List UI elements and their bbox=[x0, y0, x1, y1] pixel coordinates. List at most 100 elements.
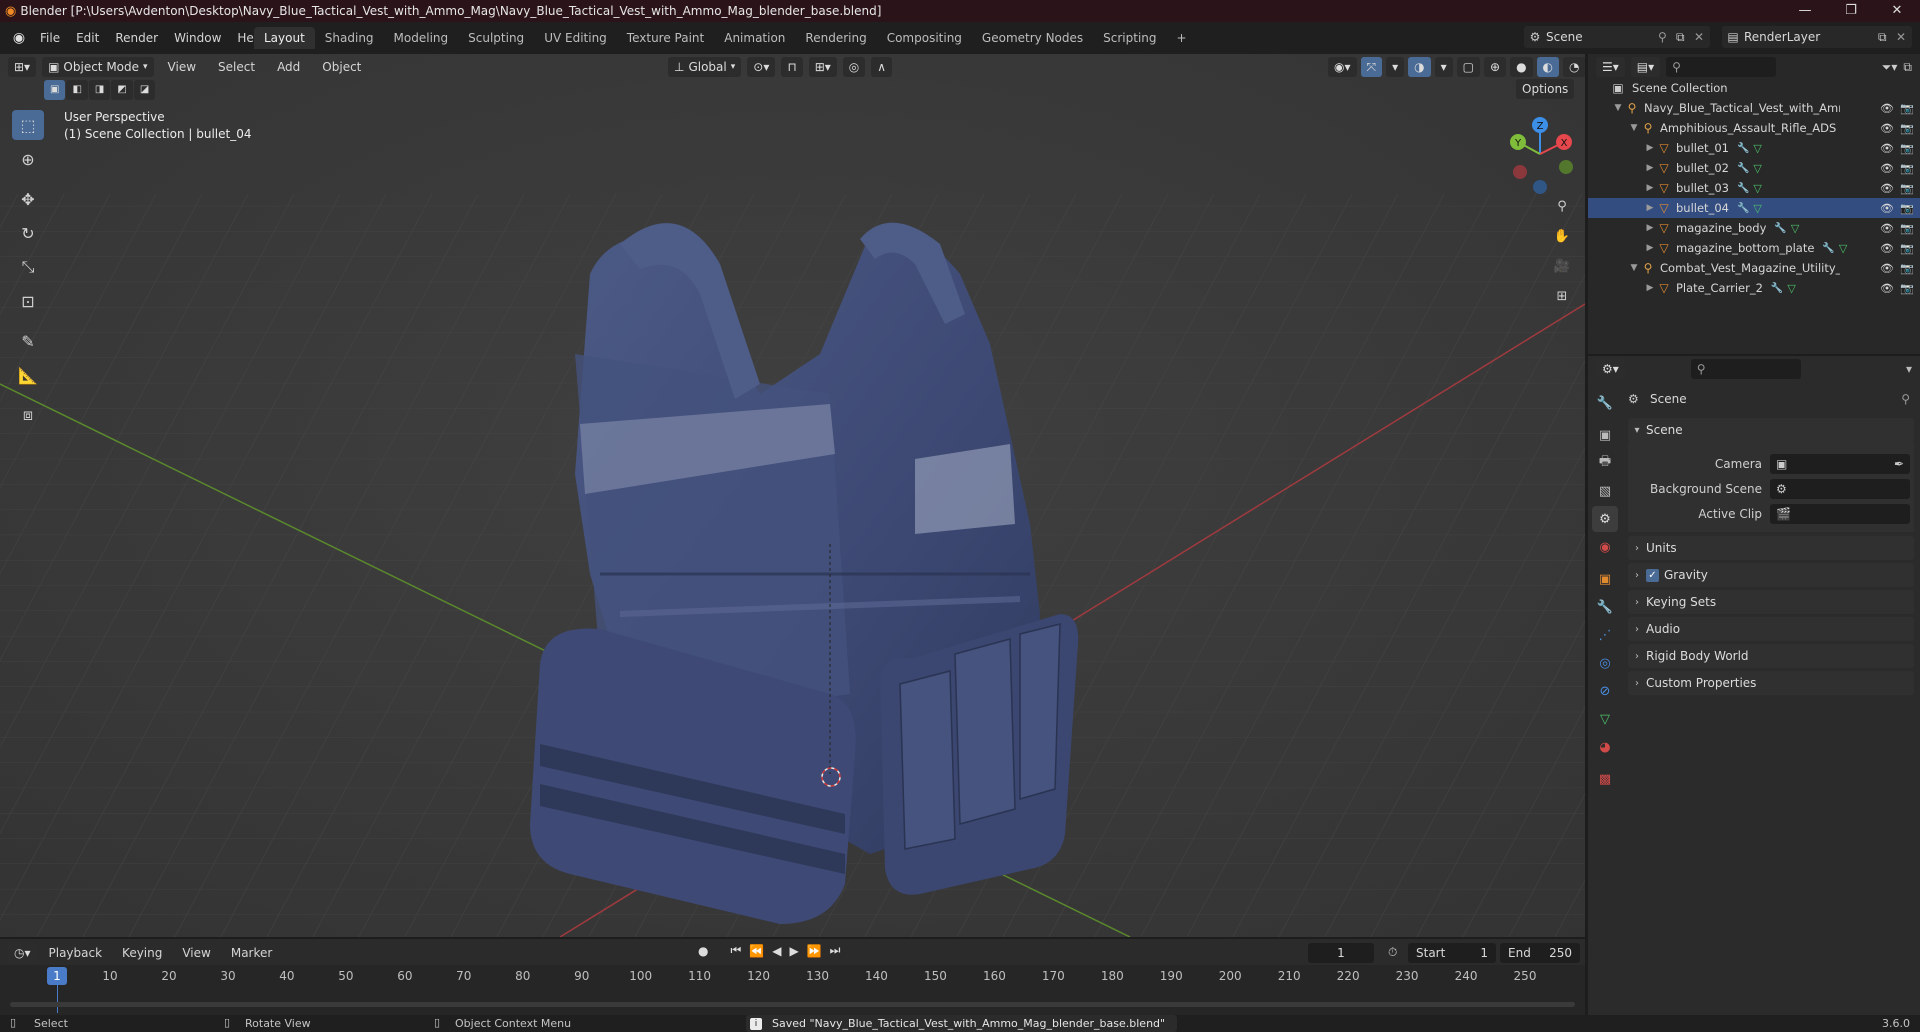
new-collection-icon[interactable]: ⧉ bbox=[1903, 60, 1912, 75]
menu-edit[interactable]: Edit bbox=[68, 27, 107, 49]
camera-field[interactable]: ▣ ✒ bbox=[1770, 454, 1910, 474]
expand-arrow-icon[interactable]: ▶ bbox=[1644, 223, 1656, 233]
navigation-gizmo[interactable]: Z X Y bbox=[1498, 112, 1582, 196]
outliner-row[interactable]: ▶ ▽ magazine_body 🔧 ▽ 👁 📷 bbox=[1588, 218, 1920, 238]
visibility-eye-icon[interactable]: 👁 bbox=[1880, 182, 1894, 195]
modifier-tab-icon[interactable]: 🔧 bbox=[1592, 594, 1618, 620]
modifier-icon[interactable]: 🔧 bbox=[1737, 203, 1749, 214]
background-scene-field[interactable]: ⚙ bbox=[1770, 479, 1910, 499]
jump-keyframe-back-icon[interactable]: ⏪ bbox=[749, 944, 764, 958]
outliner-row[interactable]: ▼ ⚲ Combat_Vest_Magazine_Utility_Bla 👁 📷 bbox=[1588, 258, 1920, 278]
cursor-tool-icon[interactable]: ⊕ bbox=[12, 144, 44, 174]
viewport-menu-select[interactable]: Select bbox=[210, 56, 263, 78]
expand-arrow-icon[interactable]: ▶ bbox=[1644, 243, 1656, 253]
visibility-eye-icon[interactable]: 👁 bbox=[1880, 122, 1894, 135]
end-frame-field[interactable]: End 250 bbox=[1500, 943, 1580, 963]
visibility-eye-icon[interactable]: 👁 bbox=[1880, 102, 1894, 115]
tab-geometry-nodes[interactable]: Geometry Nodes bbox=[972, 27, 1093, 49]
add-cube-tool-icon[interactable]: ⧈ bbox=[12, 400, 44, 430]
visibility-eye-icon[interactable]: 👁 bbox=[1880, 242, 1894, 255]
data-tab-icon[interactable]: ▽ bbox=[1592, 706, 1618, 732]
gravity-checkbox[interactable]: ✓ bbox=[1646, 568, 1659, 582]
pan-hand-icon[interactable]: ✋ bbox=[1550, 224, 1574, 248]
measure-tool-icon[interactable]: 📐 bbox=[12, 360, 44, 390]
zoom-icon[interactable]: ⚲ bbox=[1550, 194, 1574, 218]
close-button[interactable]: ✕ bbox=[1874, 0, 1920, 22]
shading-rendered-button[interactable]: ◔ bbox=[1563, 57, 1585, 77]
new-renderlayer-icon[interactable]: ⧉ bbox=[1878, 30, 1896, 45]
expand-arrow-icon[interactable]: ▶ bbox=[1644, 143, 1656, 153]
tab-animation[interactable]: Animation bbox=[714, 27, 795, 49]
pin-icon[interactable]: ⚲ bbox=[1658, 30, 1676, 44]
annotate-tool-icon[interactable]: ✎ bbox=[12, 326, 44, 356]
maximize-button[interactable]: ❐ bbox=[1828, 0, 1874, 22]
3d-viewport[interactable]: ⊞▾ ▣ Object Mode ▾ View Select Add Objec… bbox=[0, 54, 1585, 937]
falloff-button[interactable]: ∧ bbox=[871, 57, 893, 77]
world-tab-icon[interactable]: ◉ bbox=[1592, 534, 1618, 560]
units-panel-header[interactable]: › Units bbox=[1628, 536, 1914, 560]
current-frame-field[interactable]: 1 bbox=[1308, 943, 1374, 963]
gizmo-toggle[interactable]: ⤧ bbox=[1360, 57, 1383, 77]
move-tool-icon[interactable]: ✥ bbox=[12, 184, 44, 214]
select-invert-icon[interactable]: ◩ bbox=[111, 80, 133, 100]
visibility-eye-icon[interactable]: 👁 bbox=[1880, 222, 1894, 235]
custom-properties-panel-header[interactable]: › Custom Properties bbox=[1628, 671, 1914, 695]
shading-solid-button[interactable]: ● bbox=[1510, 57, 1533, 77]
perspective-toggle-icon[interactable]: ⊞ bbox=[1550, 284, 1574, 308]
expand-arrow-icon[interactable]: ▶ bbox=[1644, 183, 1656, 193]
render-camera-icon[interactable]: 📷 bbox=[1900, 182, 1914, 195]
camera-view-icon[interactable]: 🎥 bbox=[1550, 254, 1574, 278]
outliner-row[interactable]: ▶ ▽ bullet_02 🔧 ▽ 👁 📷 bbox=[1588, 158, 1920, 178]
pivot-point-button[interactable]: ⊙▾ bbox=[747, 57, 776, 77]
tab-scripting[interactable]: Scripting bbox=[1093, 27, 1166, 49]
outliner-row[interactable]: ▶ ▽ Plate_Carrier_2 🔧 ▽ 👁 📷 bbox=[1588, 278, 1920, 298]
render-camera-icon[interactable]: 📷 bbox=[1900, 242, 1914, 255]
object-tab-icon[interactable]: ▣ bbox=[1592, 566, 1618, 592]
menu-window[interactable]: Window bbox=[166, 27, 229, 49]
gizmo-neg-z-axis[interactable] bbox=[1533, 180, 1547, 194]
rotate-tool-icon[interactable]: ↻ bbox=[12, 218, 44, 248]
orientation-selector[interactable]: ⊥ Global ▾ bbox=[668, 57, 742, 77]
menu-playback[interactable]: Playback bbox=[41, 942, 111, 964]
outliner-row[interactable]: ▶ ▽ magazine_bottom_plate 🔧 ▽ 👁 📷 bbox=[1588, 238, 1920, 258]
scale-tool-icon[interactable]: ⤡ bbox=[12, 252, 44, 282]
tab-rendering[interactable]: Rendering bbox=[795, 27, 876, 49]
tab-compositing[interactable]: Compositing bbox=[877, 27, 972, 49]
visibility-eye-icon[interactable]: 👁 bbox=[1880, 202, 1894, 215]
outliner-search-input[interactable]: ⚲ bbox=[1666, 57, 1777, 77]
stopwatch-icon[interactable]: ⏱ bbox=[1388, 945, 1397, 960]
select-extend-icon[interactable]: ◧ bbox=[66, 80, 88, 100]
select-new-icon[interactable]: ▣ bbox=[44, 80, 66, 100]
play-icon[interactable]: ▶ bbox=[789, 944, 798, 958]
timeline-scrollbar[interactable] bbox=[10, 1002, 1575, 1007]
select-intersect-icon[interactable]: ◪ bbox=[133, 80, 156, 100]
shading-wireframe-button[interactable]: ⊕ bbox=[1484, 57, 1507, 77]
modifier-icon[interactable]: 🔧 bbox=[1737, 143, 1749, 154]
mesh-data-icon[interactable]: ▽ bbox=[1839, 242, 1847, 255]
mesh-data-icon[interactable]: ▽ bbox=[1753, 162, 1761, 175]
scene-tab-icon[interactable]: ⚙ bbox=[1592, 506, 1618, 532]
tab-uv-editing[interactable]: UV Editing bbox=[534, 27, 617, 49]
scene-selector[interactable]: ⚙ Scene ⚲ ⧉ ✕ bbox=[1524, 26, 1710, 48]
render-camera-icon[interactable]: 📷 bbox=[1900, 282, 1914, 295]
renderlayer-selector[interactable]: ▤ RenderLayer ⧉ ✕ bbox=[1722, 26, 1912, 48]
eyedropper-icon[interactable]: ✒ bbox=[1894, 457, 1904, 471]
gizmo-neg-y-axis[interactable] bbox=[1559, 160, 1573, 174]
play-reverse-icon[interactable]: ◀ bbox=[772, 944, 781, 958]
outliner-row[interactable]: ▶ ▽ bullet_04 🔧 ▽ 👁 📷 bbox=[1588, 198, 1920, 218]
status-message-box[interactable]: i Saved "Navy_Blue_Tactical_Vest_with_Am… bbox=[746, 1015, 1178, 1032]
output-tab-icon[interactable]: 🖶 bbox=[1592, 450, 1618, 476]
menu-render[interactable]: Render bbox=[107, 27, 166, 49]
select-subtract-icon[interactable]: ◨ bbox=[88, 80, 111, 100]
rigid-body-world-panel-header[interactable]: › Rigid Body World bbox=[1628, 644, 1914, 668]
select-box-tool-icon[interactable]: ⬚ bbox=[12, 110, 44, 140]
xray-toggle[interactable]: ▢ bbox=[1456, 57, 1480, 77]
modifier-icon[interactable]: 🔧 bbox=[1774, 223, 1786, 234]
visibility-button[interactable]: ◉▾ bbox=[1328, 57, 1357, 77]
menu-timeline-view[interactable]: View bbox=[174, 942, 218, 964]
mesh-data-icon[interactable]: ▽ bbox=[1753, 182, 1761, 195]
outliner-row-scene-collection[interactable]: ▣ Scene Collection bbox=[1588, 78, 1920, 98]
mesh-data-icon[interactable]: ▽ bbox=[1753, 142, 1761, 155]
mesh-data-icon[interactable]: ▽ bbox=[1753, 202, 1761, 215]
visibility-eye-icon[interactable]: 👁 bbox=[1880, 142, 1894, 155]
